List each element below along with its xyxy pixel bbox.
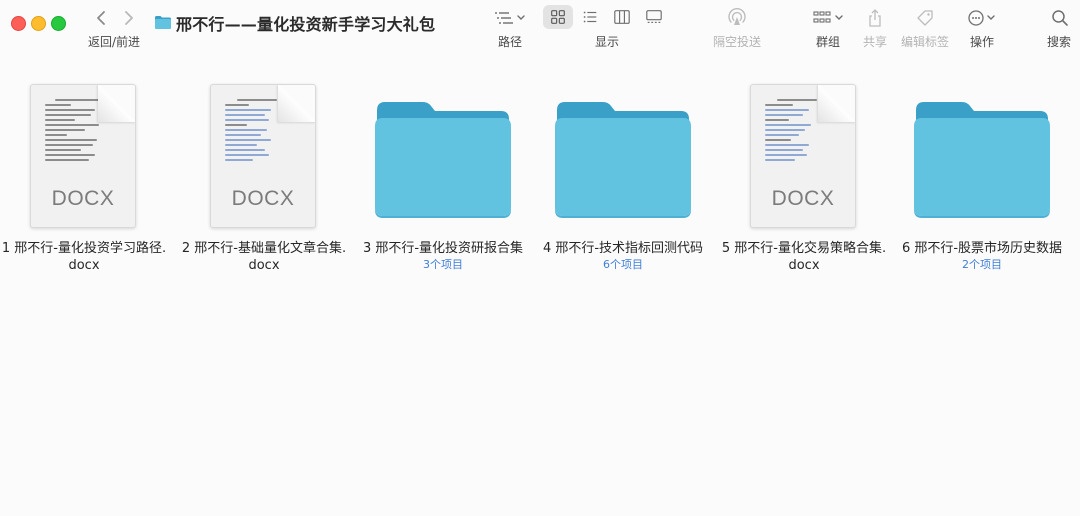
docx-icon: DOCX: [750, 84, 856, 228]
docx-ext-label: DOCX: [231, 187, 295, 210]
folder-icon: [914, 102, 1050, 218]
share-icon: [869, 9, 881, 27]
folder-title-icon: [155, 16, 171, 29]
docx-thumbnail: DOCX: [176, 82, 352, 234]
more-actions-icon: [968, 10, 995, 26]
list-view-icon[interactable]: [580, 8, 600, 26]
folder-item[interactable]: 4 邢不行-技术指标回测代码 6个项目: [535, 82, 711, 272]
docx-icon: DOCX: [210, 84, 316, 228]
path-label: 路径: [498, 35, 523, 49]
tag-icon: [917, 10, 933, 26]
item-count: 6个项目: [603, 258, 643, 271]
back-arrow-icon[interactable]: [93, 8, 111, 28]
file-name: 2 邢不行-基础量化文章合集.docx: [181, 241, 347, 273]
file-item[interactable]: DOCX 5 邢不行-量化交易策略合集.docx: [716, 82, 892, 274]
folder-item[interactable]: 3 邢不行-量化投资研报合集 3个项目: [355, 82, 531, 272]
path-list-icon: [495, 12, 525, 24]
file-name: 1 邢不行-量化投资学习路径.docx: [1, 241, 167, 273]
folder-thumbnail: [894, 82, 1070, 234]
docx-thumbnail: DOCX: [716, 82, 892, 234]
window-title: 邢不行——量化投资新手学习大礼包: [176, 15, 436, 34]
view-label: 显示: [595, 35, 620, 49]
folder-name: 3 邢不行-量化投资研报合集: [362, 241, 524, 256]
toolbar: 返回/前进 邢不行——量化投资新手学习大礼包 路径 显示 隔空投送 群组 共享 …: [0, 0, 1080, 58]
airdrop-label: 隔空投送: [713, 35, 762, 49]
zoom-button[interactable]: [51, 16, 66, 31]
folder-name: 6 邢不行-股票市场历史数据: [901, 241, 1063, 256]
group-grid-icon: [813, 11, 843, 23]
folder-icon: [375, 102, 511, 218]
folder-item[interactable]: 6 邢不行-股票市场历史数据 2个项目: [894, 82, 1070, 272]
docx-icon: DOCX: [30, 84, 136, 228]
folder-thumbnail: [355, 82, 531, 234]
folder-icon: [555, 102, 691, 218]
nav-label: 返回/前进: [88, 35, 141, 49]
search-label: 搜索: [1047, 35, 1072, 49]
item-count: 2个项目: [962, 258, 1002, 271]
search-icon: [1052, 10, 1068, 26]
forward-arrow-icon[interactable]: [119, 8, 137, 28]
icon-view-icon[interactable]: [548, 8, 568, 26]
file-item[interactable]: DOCX 1 邢不行-量化投资学习路径.docx: [0, 82, 172, 274]
airdrop-icon: [728, 8, 746, 25]
column-view-icon[interactable]: [612, 8, 632, 26]
docx-thumbnail: DOCX: [0, 82, 172, 234]
folder-name: 4 邢不行-技术指标回测代码: [542, 241, 704, 256]
docx-ext-label: DOCX: [51, 187, 115, 210]
docx-ext-label: DOCX: [771, 187, 835, 210]
close-button[interactable]: [11, 16, 26, 31]
item-count: 3个项目: [423, 258, 463, 271]
share-label: 共享: [863, 35, 888, 49]
action-label: 操作: [970, 35, 995, 49]
folder-thumbnail: [535, 82, 711, 234]
minimize-button[interactable]: [31, 16, 46, 31]
tags-label: 编辑标签: [901, 35, 950, 49]
gallery-view-icon[interactable]: [644, 8, 664, 26]
group-label: 群组: [816, 35, 841, 49]
file-name: 5 邢不行-量化交易策略合集.docx: [721, 241, 887, 273]
file-item[interactable]: DOCX 2 邢不行-基础量化文章合集.docx: [176, 82, 352, 274]
finder-window: 返回/前进 邢不行——量化投资新手学习大礼包 路径 显示 隔空投送 群组 共享 …: [0, 0, 1080, 516]
